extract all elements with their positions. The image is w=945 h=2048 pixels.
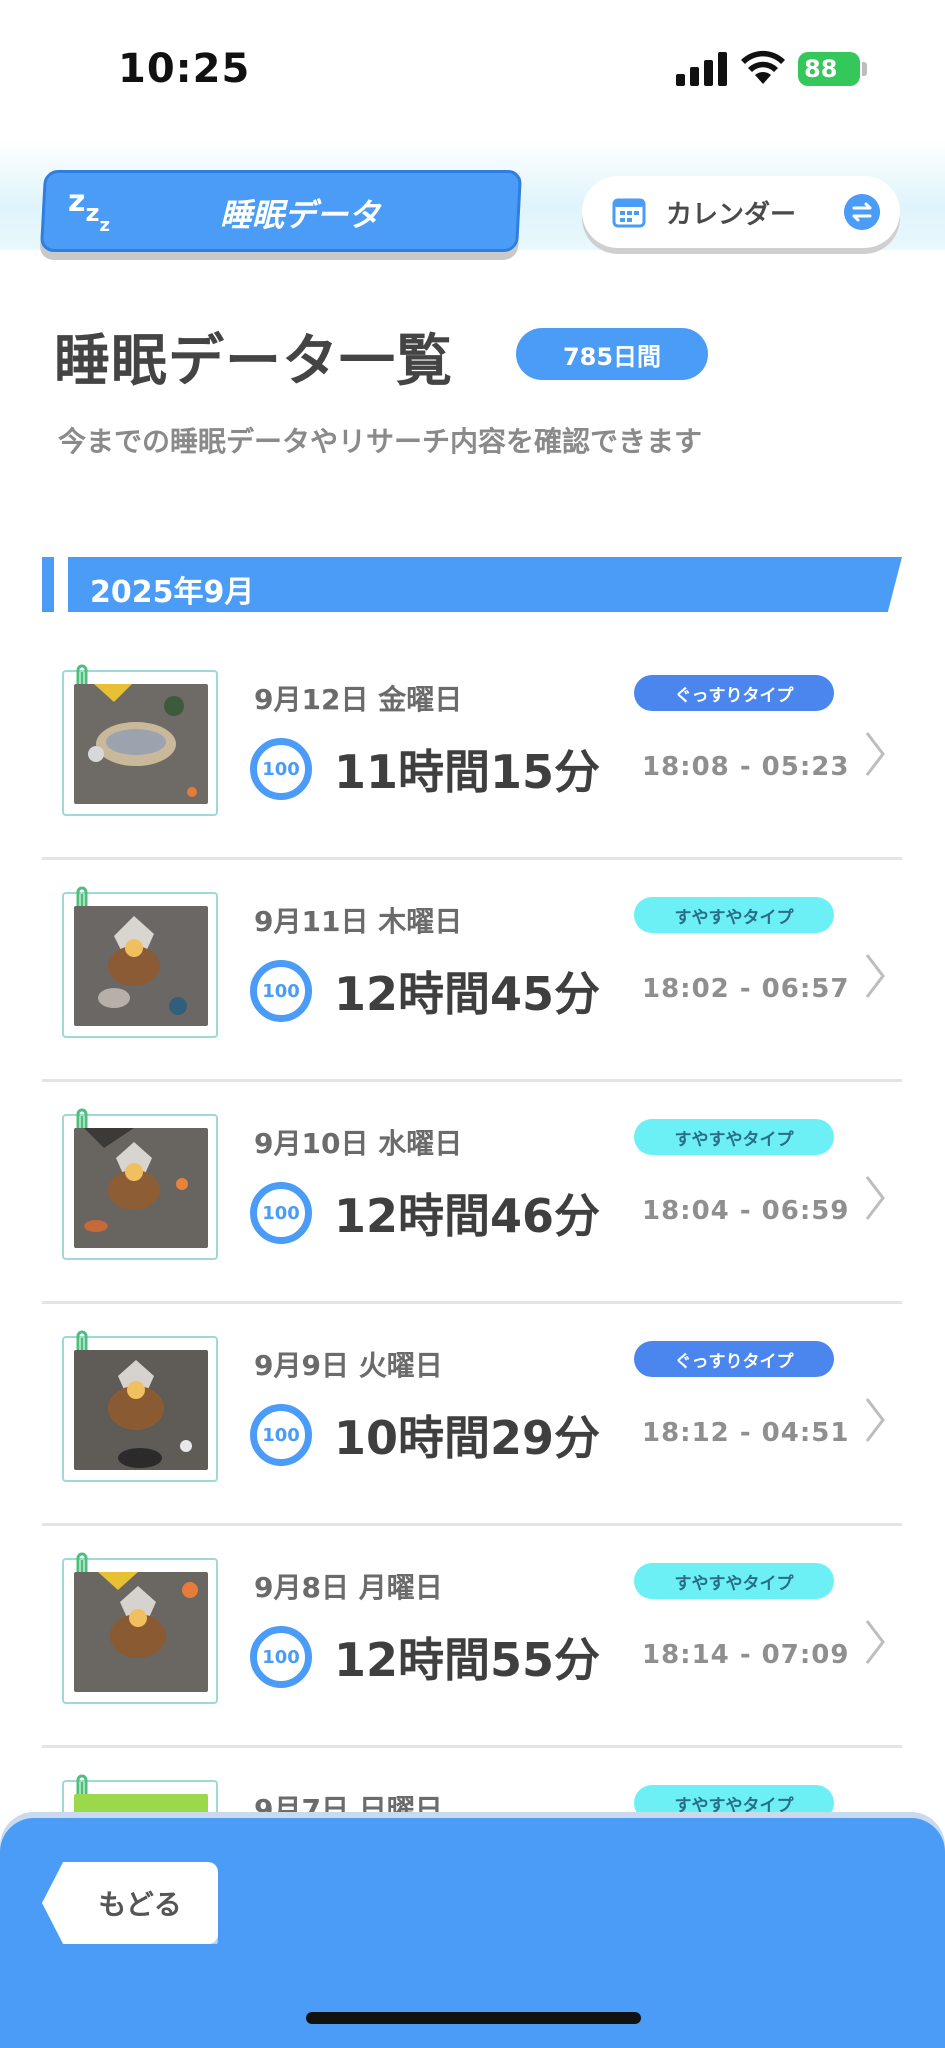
month-header: 2025年9月	[42, 557, 902, 612]
chevron-right-icon	[865, 954, 885, 998]
page-subtitle: 今までの睡眠データやリサーチ内容を確認できます	[58, 425, 703, 458]
month-label: 2025年9月	[90, 575, 255, 610]
sleep-score-badge: 100	[250, 1182, 312, 1244]
chevron-right-icon	[865, 1176, 885, 1220]
calendar-label: カレンダー	[666, 200, 797, 230]
battery-tip	[862, 62, 867, 76]
sleep-entry[interactable]: 9月9日 火曜日 ぐっすりタイプ 100 10時間29分 18:12 - 04:…	[42, 1304, 902, 1526]
sleep-thumbnail	[62, 886, 218, 1038]
sleep-scene-image	[74, 1572, 208, 1692]
sleep-time-range: 18:12 - 04:51	[642, 1418, 850, 1448]
header-title: 睡眠データ	[219, 196, 380, 234]
chevron-right-icon	[865, 1620, 885, 1664]
sleep-score-badge: 100	[250, 1626, 312, 1688]
wifi-icon	[741, 50, 785, 84]
calendar-button[interactable]: カレンダー	[582, 176, 900, 248]
sleep-time-range: 18:04 - 06:59	[642, 1196, 850, 1226]
page-title: 睡眠データ一覧	[54, 329, 453, 394]
chevron-right-icon	[865, 1398, 885, 1442]
cellular-signal-icon	[676, 52, 727, 86]
sleep-type-badge: ぐっすりタイプ	[634, 675, 834, 711]
sleep-thumbnail	[62, 1330, 218, 1482]
sleep-scene-image	[74, 684, 208, 804]
days-count-badge: 785日間	[516, 328, 708, 380]
status-time: 10:25	[118, 46, 251, 92]
sleep-entry[interactable]: 9月12日 金曜日 ぐっすりタイプ 100 11時間15分 18:08 - 05…	[42, 638, 902, 860]
sleep-time-range: 18:02 - 06:57	[642, 974, 850, 1004]
sleep-type-badge: すやすやタイプ	[634, 897, 834, 933]
sleep-entry[interactable]: 9月10日 水曜日 すやすやタイプ 100 12時間46分 18:04 - 06…	[42, 1082, 902, 1304]
sleep-duration: 11時間15分	[334, 745, 601, 799]
sleep-zzz-icon: zzz	[68, 184, 110, 236]
sleep-time-range: 18:14 - 07:09	[642, 1640, 850, 1670]
sleep-duration: 12時間55分	[334, 1633, 601, 1687]
sleep-scene-image	[74, 1350, 208, 1470]
sleep-score-badge: 100	[250, 738, 312, 800]
sleep-duration: 12時間46分	[334, 1189, 601, 1243]
entry-date: 9月11日 木曜日	[254, 905, 463, 938]
sleep-entry[interactable]: 9月11日 木曜日 すやすやタイプ 100 12時間45分 18:02 - 06…	[42, 860, 902, 1082]
sleep-thumbnail	[62, 1552, 218, 1704]
sleep-duration: 12時間45分	[334, 967, 601, 1021]
back-button[interactable]: もどる	[42, 1862, 218, 1944]
sleep-thumbnail	[62, 1108, 218, 1260]
month-header-strip	[42, 557, 54, 612]
sleep-scene-image	[74, 906, 208, 1026]
sleep-score-badge: 100	[250, 1404, 312, 1466]
sleep-entry[interactable]: 9月8日 月曜日 すやすやタイプ 100 12時間55分 18:14 - 07:…	[42, 1526, 902, 1748]
swap-icon	[844, 194, 880, 230]
sleep-scene-image	[74, 1128, 208, 1248]
sleep-type-badge: すやすやタイプ	[634, 1563, 834, 1599]
status-bar: 10:25 88	[0, 0, 945, 130]
sleep-thumbnail	[62, 664, 218, 816]
sleep-time-range: 18:08 - 05:23	[642, 752, 850, 782]
battery-icon: 88	[798, 52, 860, 86]
entry-date: 9月9日 火曜日	[254, 1349, 443, 1382]
entry-date: 9月10日 水曜日	[254, 1127, 463, 1160]
calendar-icon	[612, 198, 646, 228]
sleep-duration: 10時間29分	[334, 1411, 601, 1465]
sleep-type-badge: すやすやタイプ	[634, 1785, 834, 1821]
sleep-type-badge: ぐっすりタイプ	[634, 1341, 834, 1377]
chevron-right-icon	[865, 732, 885, 776]
home-indicator	[306, 2012, 641, 2024]
entry-date: 9月8日 月曜日	[254, 1571, 443, 1604]
battery-level: 88	[804, 55, 838, 83]
sleep-score-badge: 100	[250, 960, 312, 1022]
entry-date: 9月12日 金曜日	[254, 683, 463, 716]
sleep-type-badge: すやすやタイプ	[634, 1119, 834, 1155]
